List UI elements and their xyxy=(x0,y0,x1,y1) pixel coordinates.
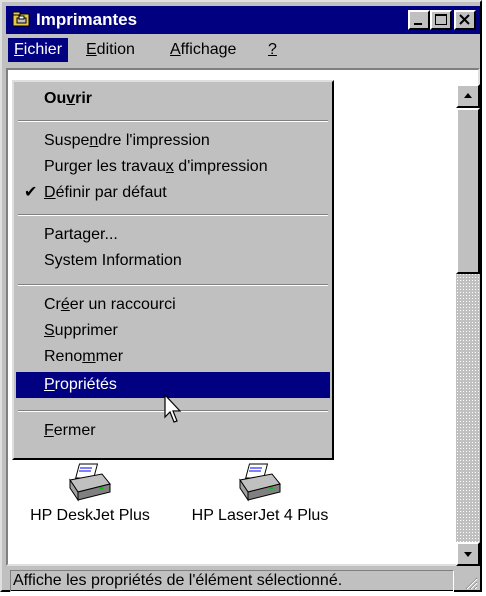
printer-icon xyxy=(69,463,111,502)
menu-help[interactable]: ? xyxy=(262,38,283,62)
window-title: Imprimantes xyxy=(36,10,138,29)
menu-item-accel: F xyxy=(44,422,54,439)
menu-item-text: mer xyxy=(95,348,124,365)
menu-fichier-accel: F xyxy=(14,41,24,58)
menu-fichier-label: ichier xyxy=(23,41,63,58)
printer-icon xyxy=(239,463,281,502)
arrow-up-icon xyxy=(464,93,472,98)
printer-label: HP LaserJet 4 Plus xyxy=(191,507,329,524)
menu-item-text: Cr xyxy=(44,296,61,313)
menu-item-supprimer[interactable]: Supprimer xyxy=(16,318,330,344)
minimize-icon xyxy=(414,23,422,25)
close-icon xyxy=(459,14,470,25)
menu-item-ouvrir[interactable]: Ouvrir xyxy=(16,86,330,112)
menu-edition-accel: E xyxy=(86,41,97,58)
menu-item-accel: é xyxy=(60,296,70,313)
menu-item-text: Reno xyxy=(44,348,83,365)
menu-edition[interactable]: Edition xyxy=(80,38,141,62)
printers-window: Imprimantes Fichier Edition Affichage ? … xyxy=(0,0,482,592)
menu-item-accel: g xyxy=(82,226,92,243)
printer-item-laserjet[interactable]: HP LaserJet 4 Plus xyxy=(180,462,340,525)
minimize-button[interactable] xyxy=(408,10,430,30)
menu-item-text: ermer xyxy=(53,422,96,439)
menu-item-text: rir xyxy=(75,90,93,107)
menu-item-text: System Information xyxy=(44,252,182,269)
menu-item-text: dre l'impression xyxy=(98,132,210,149)
menu-item-accel: x xyxy=(165,158,174,175)
title-bar[interactable]: Imprimantes xyxy=(6,6,480,34)
status-bar: Affiche les propriétés de l'élément séle… xyxy=(6,568,480,592)
menu-help-accel: ? xyxy=(268,41,277,58)
printer-label: HP DeskJet Plus xyxy=(30,507,150,524)
maximize-button[interactable] xyxy=(430,10,452,30)
menu-affichage-accel: A xyxy=(170,41,181,58)
menu-item-accel: v xyxy=(66,90,76,107)
scroll-up-button[interactable] xyxy=(456,84,480,108)
menu-separator xyxy=(18,284,328,286)
menu-item-accel: S xyxy=(44,322,55,339)
scroll-down-button[interactable] xyxy=(456,542,480,566)
printer-folder-icon xyxy=(12,11,30,27)
menu-item-text: d'impression xyxy=(173,158,268,175)
menu-item-accel: n xyxy=(89,132,99,149)
menu-item-text: Parta xyxy=(44,226,83,243)
menu-item-text: er... xyxy=(91,226,118,243)
arrow-down-icon xyxy=(464,552,472,557)
menu-bar: Fichier Edition Affichage ? xyxy=(6,36,480,66)
menu-item-creer-raccourci[interactable]: Créer un raccourci xyxy=(16,292,330,318)
printer-item-deskjet[interactable]: HP DeskJet Plus xyxy=(10,462,170,525)
menu-item-suspendre[interactable]: Suspendre l'impression xyxy=(16,128,330,154)
menu-item-renommer[interactable]: Renommer xyxy=(16,344,330,370)
menu-item-system-information[interactable]: System Information xyxy=(16,248,330,274)
menu-edition-label: dition xyxy=(96,41,135,58)
menu-item-purger[interactable]: Purger les travaux d'impression xyxy=(16,154,330,180)
checkmark-icon: ✔ xyxy=(24,184,38,201)
menu-item-text: er un raccourci xyxy=(69,296,176,313)
menu-item-accel: P xyxy=(44,376,55,393)
vertical-scrollbar[interactable] xyxy=(456,84,480,566)
close-button[interactable] xyxy=(454,10,476,30)
resize-grip-icon[interactable] xyxy=(462,574,478,590)
menu-item-text: ropriétés xyxy=(54,376,117,393)
menu-item-text: Suspe xyxy=(44,132,90,149)
menu-fichier[interactable]: Fichier xyxy=(8,38,69,62)
scroll-thumb[interactable] xyxy=(456,108,480,274)
maximize-icon xyxy=(435,14,447,25)
menu-separator xyxy=(18,214,328,216)
menu-item-accel: m xyxy=(82,348,96,365)
status-text: Affiche les propriétés de l'élément séle… xyxy=(10,570,454,592)
menu-separator xyxy=(18,120,328,122)
menu-affichage-label: ffichage xyxy=(180,41,237,58)
menu-affichage[interactable]: Affichage xyxy=(164,38,242,62)
menu-item-accel: D xyxy=(44,184,56,201)
menu-item-partager[interactable]: Partager... xyxy=(16,222,330,248)
menu-item-definir-par-defaut[interactable]: ✔ Définir par défaut xyxy=(16,180,330,206)
menu-item-text: Purger les travau xyxy=(44,158,166,175)
menu-item-text: éfinir par défaut xyxy=(55,184,167,201)
menu-item-text: upprimer xyxy=(54,322,118,339)
menu-item-text: Ou xyxy=(44,90,67,107)
mouse-pointer-icon xyxy=(164,394,182,423)
